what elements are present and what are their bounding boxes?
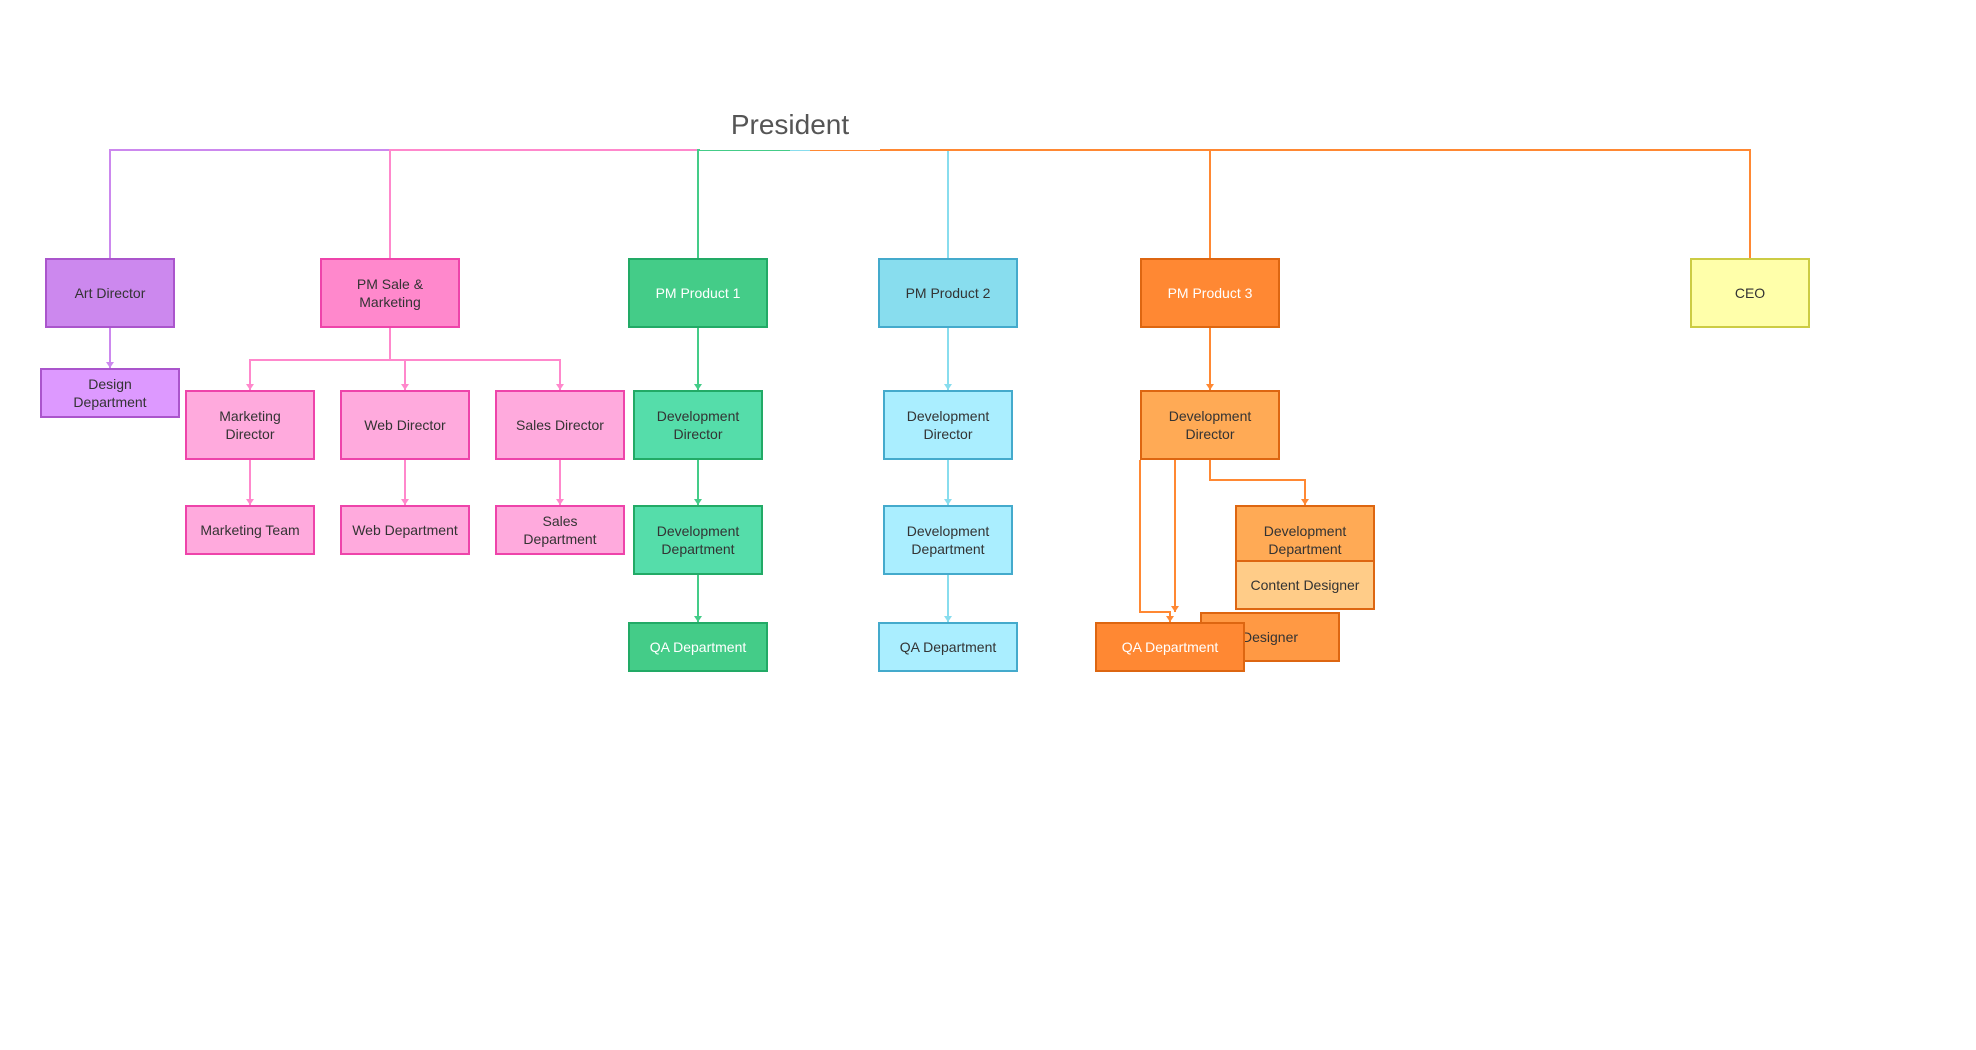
design-dept-node[interactable]: Design Department [40,368,180,418]
dev-director-p3-node[interactable]: Development Director [1140,390,1280,460]
qa-dept-p2-label: QA Department [900,638,997,656]
dev-dept-p1-label: Development Department [643,522,753,558]
dev-dept-p1-node[interactable]: Development Department [633,505,763,575]
sales-director-node[interactable]: Sales Director [495,390,625,460]
ceo-node[interactable]: CEO [1690,258,1810,328]
designer-label: Designer [1242,628,1298,646]
art-director-node[interactable]: Art Director [45,258,175,328]
qa-dept-p2-node[interactable]: QA Department [878,622,1018,672]
dev-dept-p2-node[interactable]: Development Department [883,505,1013,575]
dev-director-p1-label: Development Director [643,407,753,443]
qa-dept-p1-label: QA Department [650,638,747,656]
sales-dept-node[interactable]: Sales Department [495,505,625,555]
content-designer-node[interactable]: Content Designer [1235,560,1375,610]
dev-director-p2-label: Development Director [893,407,1003,443]
marketing-team-label: Marketing Team [200,521,299,539]
president-label: President [731,107,849,143]
web-director-node[interactable]: Web Director [340,390,470,460]
pm-product3-label: PM Product 3 [1168,284,1253,302]
dev-director-p3-label: Development Director [1150,407,1270,443]
qa-dept-p3-node[interactable]: QA Department [1095,622,1245,672]
org-chart: President Art Director Design Department… [0,0,1976,1050]
pm-product1-node[interactable]: PM Product 1 [628,258,768,328]
pm-product3-node[interactable]: PM Product 3 [1140,258,1280,328]
web-director-label: Web Director [364,416,445,434]
web-dept-node[interactable]: Web Department [340,505,470,555]
art-director-label: Art Director [75,284,146,302]
content-designer-label: Content Designer [1251,576,1360,594]
marketing-director-node[interactable]: Marketing Director [185,390,315,460]
ceo-label: CEO [1735,284,1765,302]
dev-dept-p3-label: Development Department [1245,522,1365,558]
pm-product2-node[interactable]: PM Product 2 [878,258,1018,328]
dev-dept-p2-label: Development Department [893,522,1003,558]
pm-product2-label: PM Product 2 [906,284,991,302]
marketing-director-label: Marketing Director [195,407,305,443]
sales-director-label: Sales Director [516,416,604,434]
pm-sale-marketing-node[interactable]: PM Sale & Marketing [320,258,460,328]
pm-sale-marketing-label: PM Sale & Marketing [330,275,450,311]
marketing-team-node[interactable]: Marketing Team [185,505,315,555]
web-dept-label: Web Department [352,521,458,539]
president-node: President [700,100,880,150]
pm-product1-label: PM Product 1 [656,284,741,302]
sales-dept-label: Sales Department [505,512,615,548]
dev-director-p2-node[interactable]: Development Director [883,390,1013,460]
qa-dept-p1-node[interactable]: QA Department [628,622,768,672]
design-dept-label: Design Department [50,375,170,411]
qa-dept-p3-label: QA Department [1122,638,1219,656]
dev-director-p1-node[interactable]: Development Director [633,390,763,460]
